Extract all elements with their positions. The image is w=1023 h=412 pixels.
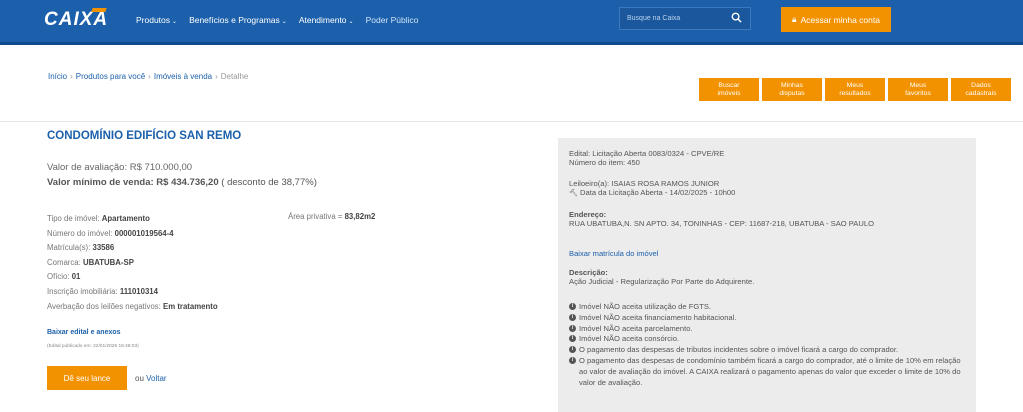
info-item: i Imóvel NÃO aceita consórcio. bbox=[569, 334, 965, 345]
info-item: iO pagamento das despesas de condomínio … bbox=[569, 356, 965, 388]
voltar-group: ou Voltar bbox=[135, 374, 167, 383]
lock-icon: 🔒︎ bbox=[792, 14, 797, 24]
breadcrumb-imoveis[interactable]: Imóveis à venda bbox=[154, 72, 212, 81]
property-title: CONDOMÍNIO EDIFÍCIO SAN REMO bbox=[47, 130, 242, 142]
baixar-edital-link[interactable]: Baixar edital e anexos bbox=[47, 329, 121, 336]
info-list: i Imóvel NÃO aceita utilização de FGTS. i… bbox=[569, 302, 965, 388]
gavel-icon: 🔨︎ bbox=[569, 190, 578, 198]
nav-atendimento[interactable]: Atendimento ⌄ bbox=[299, 15, 354, 25]
edital-info: Edital: Licitação Aberta 0083/0324 - CPV… bbox=[569, 149, 724, 168]
endereco-info: Endereço: RUA UBATUBA,N. SN APTO. 34, TO… bbox=[569, 210, 874, 229]
leiloeiro-info: Leiloeiro(a): ISAIAS ROSA RAMOS JUNIOR 🔨… bbox=[569, 179, 735, 199]
valor-minimo: Valor mínimo de venda: R$ 434.736,20 ( d… bbox=[47, 177, 317, 188]
spec-inscricao: Inscrição imobiliária: 111010314 bbox=[47, 286, 158, 296]
info-item: i Imóvel NÃO aceita parcelamento. bbox=[569, 324, 965, 335]
info-icon: i bbox=[569, 303, 576, 310]
main-nav: Produtos ⌄ Benefícios e Programas ⌄ Atendi… bbox=[136, 15, 431, 25]
login-button[interactable]: 🔒︎ Acessar minha conta bbox=[781, 7, 891, 32]
spec-averbacao: Averbação dos leilões negativos: Em trat… bbox=[47, 301, 218, 311]
breadcrumb-current: Detalhe bbox=[220, 72, 249, 81]
breadcrumb: Início › Produtos para você › Imóveis à vend… bbox=[48, 72, 248, 81]
chevron-down-icon: ⌄ bbox=[348, 19, 354, 25]
spec-oficio: Ofício: 01 bbox=[47, 272, 81, 282]
property-specs: Tipo de imóvel: Apartamento Número do im… bbox=[47, 212, 218, 314]
minhas-disputas-button[interactable]: Minhas disputas bbox=[762, 78, 822, 101]
spec-comarca: Comarca: UBATUBA-SP bbox=[47, 257, 134, 267]
search-input[interactable]: Busque na Caixa bbox=[619, 7, 751, 30]
buscar-imoveis-button[interactable]: Buscar imóveis bbox=[699, 78, 759, 101]
info-item: iO pagamento das despesas de tributos in… bbox=[569, 345, 965, 356]
breadcrumb-produtos[interactable]: Produtos para você bbox=[76, 72, 145, 81]
descricao: Ação Judicial - Regularização Por Parte … bbox=[569, 277, 755, 287]
info-icon: i bbox=[569, 335, 576, 343]
info-icon: i bbox=[569, 313, 576, 321]
caixa-logo[interactable]: CAIXA bbox=[44, 9, 108, 31]
logo-mark bbox=[91, 8, 107, 12]
spec-numero: Número do imóvel: 000001019564-4 bbox=[47, 228, 174, 238]
info-icon: i bbox=[569, 346, 576, 354]
info-icon: i bbox=[569, 324, 576, 332]
spec-tipo: Tipo de imóvel: Apartamento bbox=[47, 214, 150, 223]
edital-text: Edital: Licitação Aberta 0083/0324 - CPV… bbox=[569, 149, 725, 158]
section-divider bbox=[0, 121, 1023, 122]
endereco: RUA UBATUBA,N. SN APTO. 34, TONINHAS - C… bbox=[569, 219, 874, 229]
voltar-link[interactable]: Voltar bbox=[146, 374, 166, 383]
area-privativa: Área privativa = 83,82m2 bbox=[288, 212, 376, 221]
descricao-info: Descrição: Ação Judicial - Regularização… bbox=[569, 268, 754, 287]
bid-button[interactable]: Dê seu lance bbox=[47, 366, 127, 390]
spec-matricula: Matrícula(s): 33586 bbox=[47, 243, 115, 253]
info-item: i Imóvel NÃO aceita financiamento habitac… bbox=[569, 313, 965, 324]
baixar-matricula-link[interactable]: Baixar matrícula do imóvel bbox=[569, 249, 658, 258]
info-item: i Imóvel NÃO aceita utilização de FGTS. bbox=[569, 302, 965, 313]
meus-resultados-button[interactable]: Meus resultados bbox=[825, 78, 885, 101]
breadcrumb-separator: › bbox=[215, 72, 218, 81]
top-header: CAIXA Produtos ⌄ Benefícios e Programas ⌄ … bbox=[0, 0, 1023, 45]
dados-cadastrais-button[interactable]: Dados cadastrais bbox=[951, 78, 1011, 101]
breadcrumb-inicio[interactable]: Início bbox=[48, 72, 67, 81]
search-placeholder: Busque na Caixa bbox=[627, 15, 681, 22]
nav-beneficios[interactable]: Benefícios e Programas ⌄ bbox=[189, 15, 287, 25]
chevron-down-icon: ⌄ bbox=[172, 19, 178, 25]
valor-avaliacao: Valor de avaliação: R$ 710.000,00 bbox=[47, 162, 193, 173]
info-icon: i bbox=[569, 356, 576, 364]
data-licitacao: 🔨︎ Data da Licitação Aberta - 14/02/2025… bbox=[569, 188, 736, 198]
descricao-label: Descrição: bbox=[569, 268, 608, 277]
meus-favoritos-button[interactable]: Meus favoritos bbox=[888, 78, 948, 101]
nav-produtos[interactable]: Produtos ⌄ bbox=[136, 15, 177, 25]
breadcrumb-separator: › bbox=[70, 72, 73, 81]
details-panel: Edital: Licitação Aberta 0083/0324 - CPV… bbox=[558, 138, 976, 412]
numero-item: Número do item: 450 bbox=[569, 158, 640, 168]
nav-poder-publico[interactable]: Poder Público bbox=[366, 15, 419, 25]
endereco-label: Endereço: bbox=[569, 210, 607, 219]
breadcrumb-separator: › bbox=[148, 72, 151, 81]
quick-actions: Buscar imóveis Minhas disputas Meus resulta… bbox=[699, 78, 1011, 101]
chevron-down-icon: ⌄ bbox=[281, 19, 287, 25]
edital-date: (Edital publicado em: 22/01/2025 16:48:0… bbox=[47, 344, 139, 349]
search-icon[interactable] bbox=[731, 12, 742, 23]
leiloeiro: Leiloeiro(a): ISAIAS ROSA RAMOS JUNIOR bbox=[569, 179, 720, 188]
